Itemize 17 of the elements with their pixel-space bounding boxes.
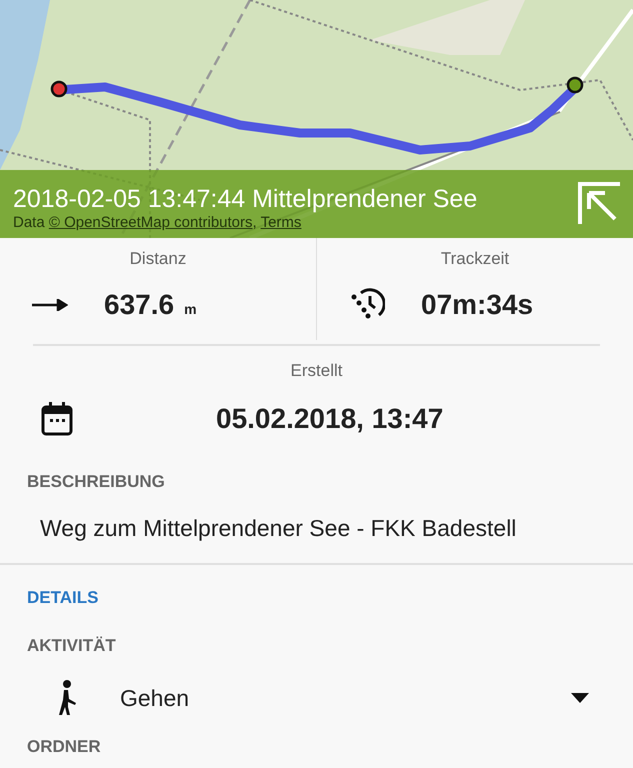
section-label: AKTIVITÄT	[27, 634, 117, 656]
created-label: Erstellt	[290, 360, 344, 382]
activity-dropdown[interactable]: Gehen	[27, 670, 606, 726]
stat-unit: m	[184, 300, 197, 318]
attribution-link[interactable]: © OpenStreetMap contributors	[48, 214, 253, 231]
description-text: Weg zum Mittelprendener See - FKK Badestell	[40, 514, 518, 543]
stat-label: Distanz	[128, 248, 188, 270]
stat-label: Trackzeit	[440, 248, 510, 270]
track-title: 2018-02-05 13:47:44 Mittelprendener See	[13, 184, 478, 214]
section-heading: DETAILS	[27, 587, 100, 609]
stat-value: 07m:34s	[421, 288, 534, 322]
created-value: 05.02.2018, 13:47	[216, 402, 444, 436]
section-label: BESCHREIBUNG	[27, 471, 166, 493]
attribution-link[interactable]: Terms	[260, 214, 302, 231]
map-attribution: Data © OpenStreetMap contributors, Terms	[13, 214, 302, 232]
stat-value: 637.6	[104, 288, 174, 322]
section-label: ORDNER	[27, 736, 102, 758]
